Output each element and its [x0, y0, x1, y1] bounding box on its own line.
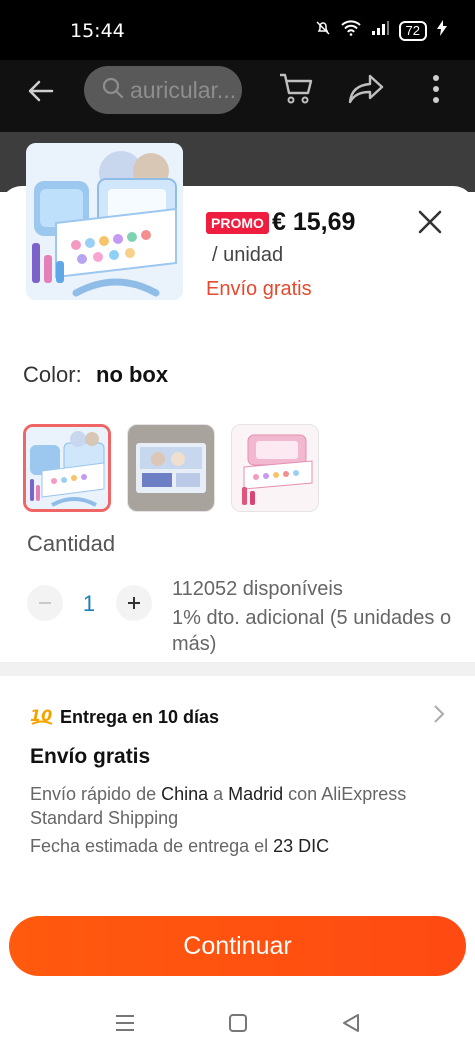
variant-option-2[interactable]: [127, 424, 215, 512]
delivery-heading: Entrega en 10 días: [60, 707, 220, 727]
chevron-right-icon[interactable]: [432, 704, 446, 729]
status-icons: 72: [315, 20, 447, 41]
search-bar[interactable]: auricular...: [84, 66, 242, 114]
cart-icon[interactable]: [278, 72, 314, 111]
product-price: € 15,69: [272, 208, 356, 236]
quantity-increment-button[interactable]: [116, 585, 152, 621]
shipping-destination: Madrid: [228, 784, 284, 804]
search-icon: [102, 77, 124, 104]
signal-icon: [371, 20, 389, 41]
quantity-label: Cantidad: [27, 531, 116, 556]
variant-option-1[interactable]: [23, 424, 111, 512]
shipping-origin: China: [161, 784, 209, 804]
delivery-10-icon: 10: [30, 705, 54, 730]
promo-badge: PROMO: [206, 212, 269, 234]
wifi-icon: [340, 20, 361, 41]
home-icon[interactable]: [227, 1012, 249, 1039]
share-icon[interactable]: [348, 72, 386, 111]
quantity-value[interactable]: 1: [80, 591, 98, 617]
shipping-title: Envío gratis: [30, 745, 151, 768]
mute-icon: [315, 20, 331, 41]
free-shipping-label: Envío gratis: [206, 278, 312, 300]
section-divider: [0, 662, 475, 676]
back-nav-icon[interactable]: [340, 1012, 362, 1039]
delivery-header[interactable]: 10 Entrega en 10 días: [30, 705, 219, 730]
color-value: no box: [96, 362, 169, 387]
status-bar: 15:44 72: [0, 0, 475, 60]
continue-button[interactable]: Continuar: [9, 916, 466, 976]
app-header: auricular...: [0, 60, 475, 132]
search-input[interactable]: auricular...: [130, 77, 236, 104]
charging-icon: [437, 20, 447, 41]
recent-apps-icon[interactable]: [114, 1012, 136, 1039]
bulk-discount-note: 1% dto. adicional (5 unidades o más): [172, 607, 452, 655]
system-nav-bar: [0, 996, 475, 1056]
stock-available: 112052 disponíveis: [172, 578, 343, 600]
close-icon[interactable]: [416, 208, 444, 241]
shipping-description: Envío rápido de China a Madrid con AliEx…: [30, 784, 407, 828]
status-time: 15:44: [70, 20, 125, 42]
back-arrow-icon[interactable]: [26, 76, 56, 111]
variant-option-3[interactable]: [231, 424, 319, 512]
color-label: Color:: [23, 362, 82, 387]
estimated-delivery: Fecha estimada de entrega el 23 DIC: [30, 836, 330, 856]
more-options-icon[interactable]: [432, 74, 440, 109]
battery-indicator: 72: [398, 20, 427, 41]
price-unit: / unidad: [212, 244, 284, 266]
quantity-decrement-button[interactable]: [27, 585, 63, 621]
product-thumbnail: [26, 143, 183, 300]
delivery-date: 23 DIC: [273, 836, 330, 856]
